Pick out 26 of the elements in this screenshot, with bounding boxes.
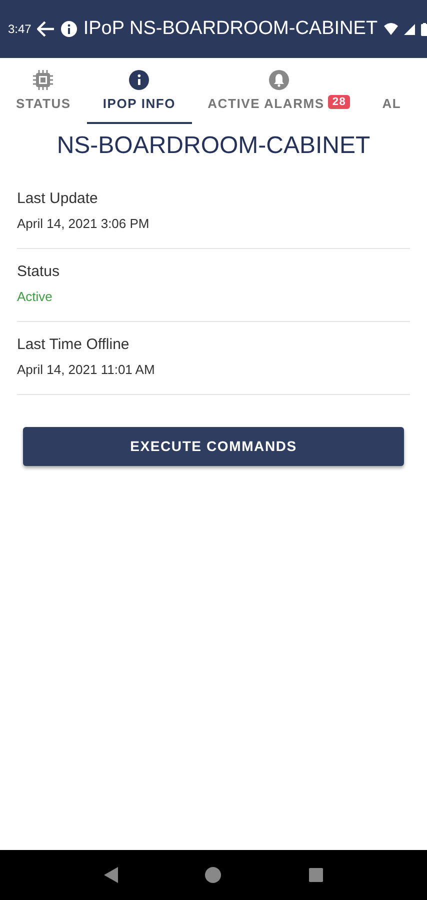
execute-commands-button[interactable]: EXECUTE COMMANDS xyxy=(23,426,404,466)
info-icon xyxy=(61,21,78,37)
recents-icon[interactable] xyxy=(309,868,324,882)
tab[interactable]: ACTIVE ALARMS 28 xyxy=(192,70,366,124)
clock-time: 3:47 xyxy=(8,21,32,38)
info-icon xyxy=(129,70,150,90)
field-label: Status xyxy=(17,262,61,282)
status-value: Active xyxy=(17,288,54,306)
app-title: IPoP NS-BOARDROOM-CABINET xyxy=(83,16,378,41)
home-icon[interactable] xyxy=(205,867,222,883)
tab[interactable]: IPOP INFO xyxy=(86,70,192,124)
back-icon[interactable] xyxy=(104,867,118,883)
tab[interactable]: AL xyxy=(366,70,418,124)
battery-icon xyxy=(420,22,427,36)
field-value: April 14, 2021 3:06 PM xyxy=(17,215,150,233)
field-label: Last Update xyxy=(17,188,99,208)
alarm-count-badge: 28 xyxy=(328,95,350,109)
device-heading: NS-BOARDROOM-CABINET xyxy=(56,130,372,160)
chip-icon xyxy=(33,70,54,90)
back-arrow-icon[interactable] xyxy=(37,21,56,37)
bell-icon xyxy=(268,70,289,90)
field-label: Last Time Offline xyxy=(17,334,130,354)
wifi-icon xyxy=(384,23,398,35)
field-value: April 14, 2021 11:01 AM xyxy=(17,361,156,379)
signal-icon xyxy=(404,24,415,34)
tab[interactable]: STATUS xyxy=(0,70,87,124)
